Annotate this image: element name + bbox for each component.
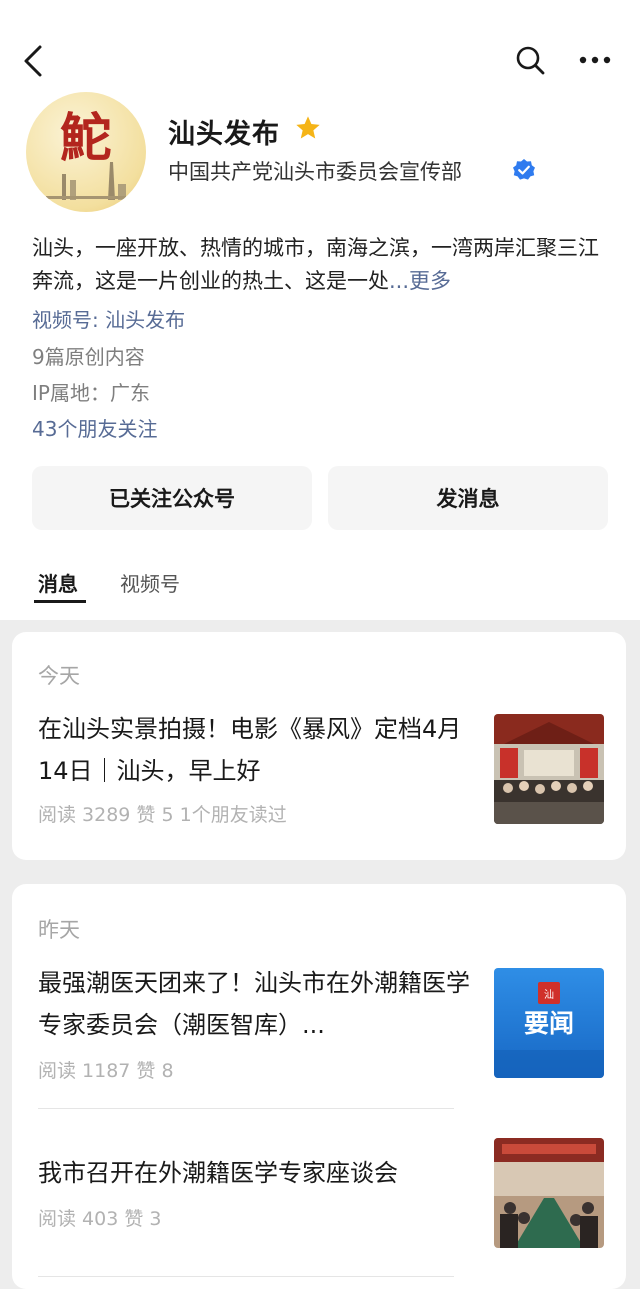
svg-text:汕: 汕	[544, 989, 554, 1001]
ip-location: IP属地：广东	[32, 381, 150, 405]
article-stats: 阅读 1187 赞 8	[38, 1060, 174, 1082]
article-title[interactable]: 我市召开在外潮籍医学专家座谈会	[38, 1152, 488, 1194]
article-divider	[38, 1108, 454, 1109]
article-title[interactable]: 最强潮医天团来了！汕头市在外潮籍医学专家委员会（潮医智库）...	[38, 962, 488, 1046]
avatar[interactable]: 鮀	[26, 92, 146, 212]
date-label-yesterday: 昨天	[38, 918, 80, 942]
original-content-count[interactable]: 9篇原创内容	[32, 341, 145, 370]
search-icon	[516, 46, 545, 75]
article-stats: 阅读 403 赞 3	[38, 1208, 162, 1230]
verified-badge-icon	[513, 159, 535, 180]
friends-following-link[interactable]: 43个朋友关注	[32, 413, 157, 442]
today-card: 今天 在汕头实景拍摄！电影《暴风》定档4月14日｜汕头，早上好 阅读 3289 …	[12, 632, 626, 860]
account-description[interactable]: 汕头，一座开放、热情的城市，南海之滨，一湾两岸汇聚三江奔流，这是一片创业的热土、…	[32, 232, 612, 298]
article-thumbnail[interactable]	[494, 1138, 604, 1248]
account-name: 汕头发布	[168, 119, 280, 150]
more-dots-icon	[579, 56, 611, 64]
video-channel-link[interactable]: 视频号: 汕头发布	[32, 304, 185, 333]
article-thumbnail[interactable]	[494, 714, 604, 824]
follow-button[interactable]: 已关注公众号	[32, 466, 312, 530]
avatar-logo-text: 鮀	[60, 108, 112, 169]
chevron-left-icon	[24, 45, 42, 77]
tab-video-channel[interactable]: 视频号	[120, 568, 180, 597]
search-button[interactable]	[514, 44, 546, 76]
account-organization: 中国共产党汕头市委员会宣传部	[168, 160, 462, 184]
date-label-today: 今天	[38, 664, 80, 688]
yesterday-card: 昨天 最强潮医天团来了！汕头市在外潮籍医学专家委员会（潮医智库）... 阅读 1…	[12, 884, 626, 1289]
description-more-link[interactable]: ...更多	[389, 269, 451, 293]
article-title[interactable]: 在汕头实景拍摄！电影《暴风》定档4月14日｜汕头，早上好	[38, 708, 488, 792]
article-stats: 阅读 3289 赞 5 1个朋友读过	[38, 804, 287, 826]
star-icon	[296, 116, 320, 139]
article-thumbnail[interactable]: 汕 要闻	[494, 968, 604, 1078]
more-button[interactable]	[578, 52, 612, 68]
tab-messages[interactable]: 消息	[38, 568, 78, 597]
description-text: 汕头，一座开放、热情的城市，南海之滨，一湾两岸汇聚三江奔流，这是一片创业的热土、…	[32, 236, 599, 293]
avatar-logo-icon: 鮀	[46, 108, 126, 200]
send-message-button[interactable]: 发消息	[328, 466, 608, 530]
thumbnail-caption: 要闻	[524, 1009, 574, 1038]
back-button[interactable]	[22, 44, 46, 78]
article-divider	[38, 1276, 454, 1277]
active-tab-indicator	[34, 600, 86, 603]
